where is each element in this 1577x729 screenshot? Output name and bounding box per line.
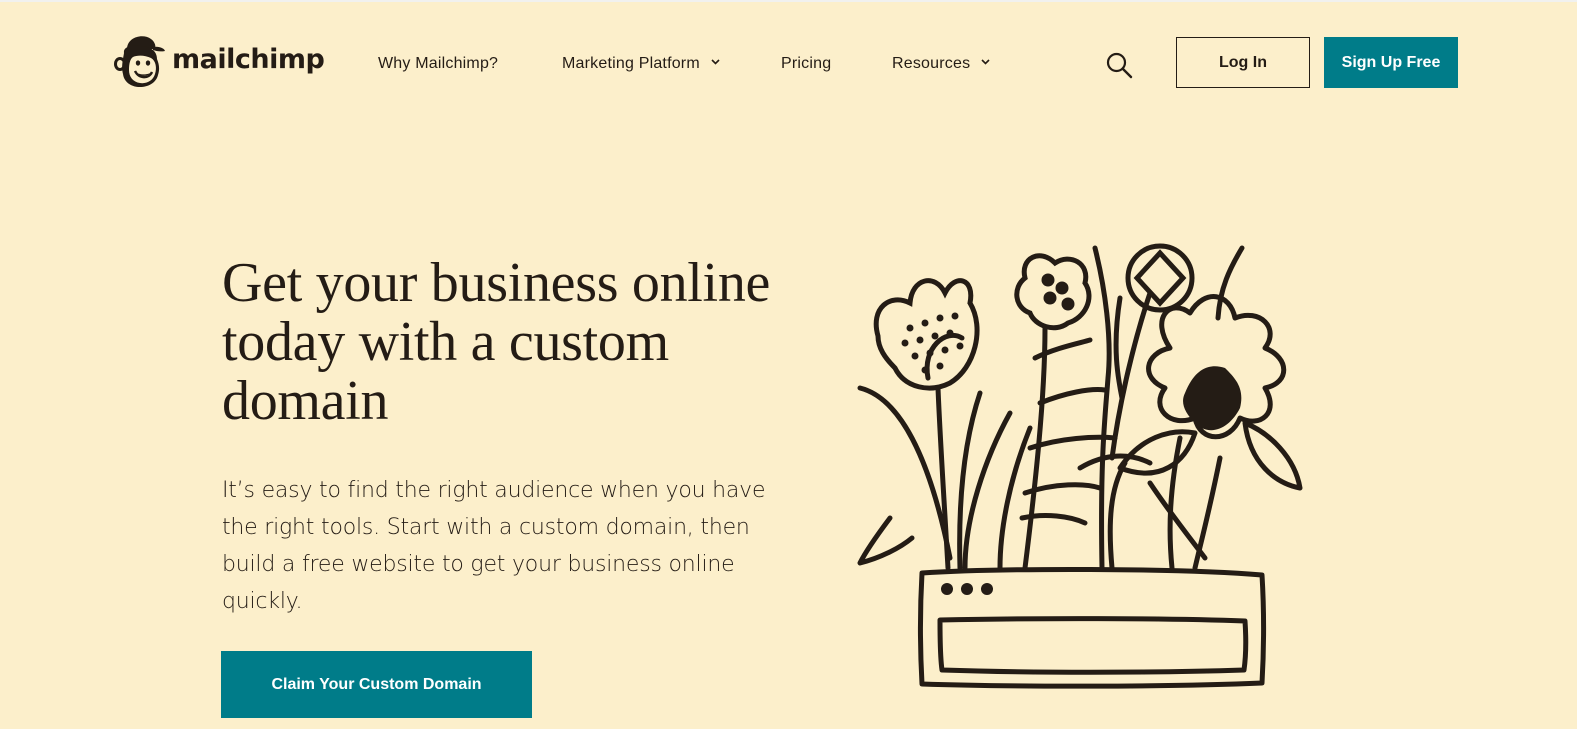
search-button[interactable] <box>1104 50 1134 80</box>
nav-label: Why Mailchimp? <box>378 55 499 72</box>
hero-subtitle: It’s easy to find the right audience whe… <box>222 478 766 614</box>
nav-label: Marketing Platform <box>562 55 700 72</box>
chevron-down-icon <box>710 59 720 65</box>
chevron-down-icon <box>981 59 990 65</box>
nav-marketing-platform[interactable]: Marketing Platform <box>562 53 720 75</box>
site-header: mailchimp Why Mailchimp? Marketing Platf… <box>0 0 1577 126</box>
signup-button[interactable]: Sign Up Free <box>1324 37 1458 88</box>
flower-pot-browser-illustration <box>857 243 1303 689</box>
logo-wordmark: mailchimp <box>172 43 325 75</box>
hero-title: Get your business online today with a cu… <box>222 252 771 432</box>
freddie-monkey-icon <box>114 36 165 87</box>
mailchimp-logo[interactable]: mailchimp <box>113 30 325 90</box>
login-button[interactable]: Log In <box>1176 37 1310 88</box>
nav-label: Resources <box>892 55 971 72</box>
search-icon <box>1106 52 1133 79</box>
nav-label: Pricing <box>781 55 832 72</box>
claim-domain-button[interactable]: Claim Your Custom Domain <box>221 651 532 718</box>
nav-why-mailchimp[interactable]: Why Mailchimp? <box>378 53 498 75</box>
nav-resources[interactable]: Resources <box>892 53 990 75</box>
nav-pricing[interactable]: Pricing <box>781 53 831 75</box>
